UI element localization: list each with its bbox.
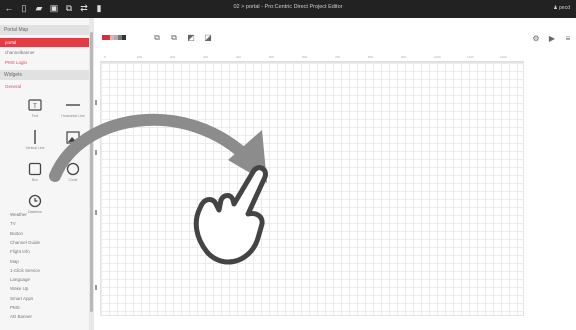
widget-vertical-line[interactable]: Vertical Line xyxy=(20,128,50,156)
align-center-icon[interactable]: ⧉ xyxy=(169,33,179,43)
title-bar: ← ▯ ▰ ▣ ⧉ ⇄ ▮ 02 > portal - Pro:Centric … xyxy=(0,0,576,18)
widget-category-item[interactable]: Button xyxy=(0,229,89,238)
widget-category-item[interactable]: AD Banner xyxy=(0,312,89,321)
align-front-icon[interactable]: ◩ xyxy=(186,33,196,43)
color-swatch-bar[interactable] xyxy=(102,35,126,40)
editor-canvas[interactable] xyxy=(100,62,524,316)
widget-category-item[interactable]: TV xyxy=(0,219,89,228)
vertical-line-icon xyxy=(20,128,50,146)
ruler-tick-label: 400 xyxy=(236,55,242,59)
circle-icon xyxy=(58,160,88,178)
horizontal-line-icon xyxy=(58,96,88,114)
widget-category-item[interactable]: Channel Guide xyxy=(0,238,89,247)
widget-category-item[interactable]: Language xyxy=(0,275,89,284)
sidebar-scroll-thumb[interactable] xyxy=(90,32,93,312)
text-widget-icon: T xyxy=(20,96,50,114)
align-back-icon[interactable]: ◪ xyxy=(203,33,213,43)
ruler-tick-label: 900 xyxy=(401,55,407,59)
color-swatch[interactable] xyxy=(122,35,126,40)
box-icon xyxy=(20,160,50,178)
menu-icon[interactable]: ≡ xyxy=(564,34,572,43)
vertical-ruler-marks xyxy=(95,100,98,310)
user-label[interactable]: ♟ pecd xyxy=(553,5,570,11)
image-icon xyxy=(58,128,88,146)
page-item-pms-login[interactable]: PMS Login xyxy=(0,58,89,67)
alignment-tools: ⧉ ⧉ ◩ ◪ xyxy=(152,33,213,43)
page-item-channelbanner[interactable]: channelbanner xyxy=(0,48,89,57)
widget-category-item[interactable]: Weather xyxy=(0,210,89,219)
widget-category-item[interactable]: 1-Click Service xyxy=(0,266,89,275)
widgets-header[interactable]: Widgets xyxy=(0,70,89,80)
widget-category-item[interactable]: Wake Up xyxy=(0,284,89,293)
page-item-portal[interactable]: portal xyxy=(0,38,89,47)
widget-label: Vertical Line xyxy=(25,146,45,150)
general-category[interactable]: General xyxy=(0,82,89,91)
widget-label: Circle xyxy=(68,178,78,182)
ruler-tick-label: 200 xyxy=(170,55,176,59)
horizontal-ruler: 0 100 200 300 400 500 600 700 800 900 1000 1100 1200 xyxy=(100,55,524,62)
widget-category-item[interactable]: Smart Apps xyxy=(0,294,89,303)
widget-box[interactable]: Box xyxy=(20,160,50,188)
svg-text:T: T xyxy=(33,104,37,110)
widget-category-item[interactable]: PMS xyxy=(0,303,89,312)
ruler-tick-label: 1200 xyxy=(500,55,507,59)
portal-map-header[interactable]: Portal Map xyxy=(0,25,89,35)
widget-label: Text xyxy=(31,114,39,118)
play-icon[interactable]: ▶ xyxy=(548,34,556,43)
widget-label: Image xyxy=(68,146,78,150)
gear-icon[interactable]: ⚙ xyxy=(532,34,540,43)
right-toolbar: ⚙ ▶ ≡ xyxy=(532,34,572,43)
widget-category-item[interactable]: Flight Info xyxy=(0,247,89,256)
ruler-tick-label: 1100 xyxy=(467,55,474,59)
ruler-tick-label: 600 xyxy=(302,55,308,59)
widget-text[interactable]: T Text xyxy=(20,96,50,124)
widget-image[interactable]: Image xyxy=(58,128,88,156)
ruler-tick-label: 700 xyxy=(335,55,341,59)
widget-category-item[interactable]: Map xyxy=(0,257,89,266)
sidebar: Portal Map portal channelbanner PMS Logi… xyxy=(0,18,90,330)
ruler-tick-label: 1000 xyxy=(434,55,441,59)
clock-icon xyxy=(20,192,50,210)
ruler-tick-label: 500 xyxy=(269,55,275,59)
ruler-tick-label: 300 xyxy=(203,55,209,59)
ruler-tick-label: 0 xyxy=(104,55,106,59)
ruler-tick-label: 800 xyxy=(368,55,374,59)
align-left-icon[interactable]: ⧉ xyxy=(152,33,162,43)
widget-label: Box xyxy=(31,178,39,182)
window-title: 02 > portal - Pro:Centric Direct Project… xyxy=(233,4,343,10)
widget-horizontal-line[interactable]: Horizontal Line xyxy=(58,96,88,124)
widget-label: Horizontal Line xyxy=(61,114,85,118)
ruler-tick-label: 100 xyxy=(137,55,143,59)
widget-circle[interactable]: Circle xyxy=(58,160,88,188)
